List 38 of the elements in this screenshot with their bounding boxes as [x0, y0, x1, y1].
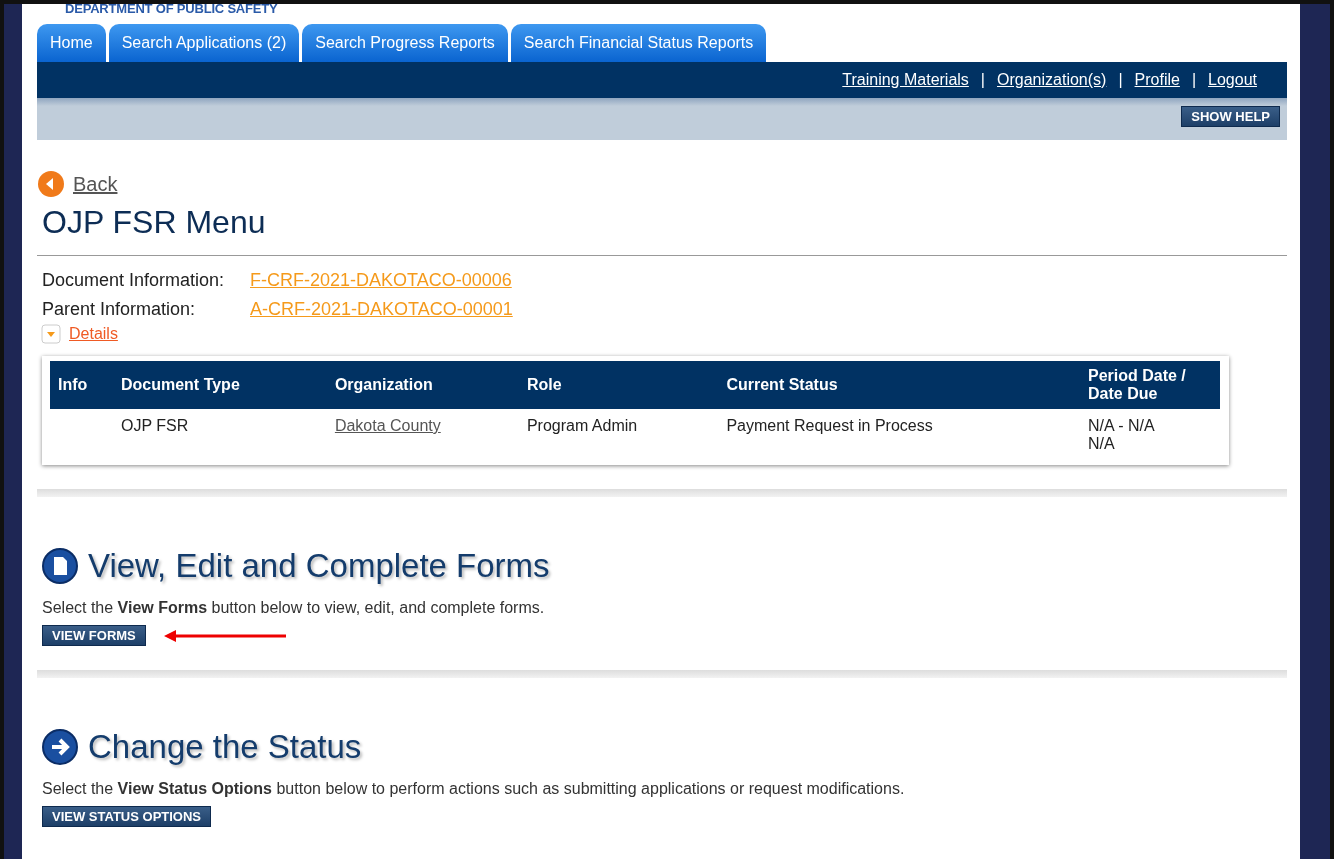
table-cell: N/A - N/A N/A [1088, 417, 1155, 452]
page-title: OJP FSR Menu [42, 204, 267, 241]
section-title: Change the Status [88, 728, 362, 766]
column-header: Role [518, 361, 719, 409]
nav-tab[interactable]: Search Financial Status Reports [510, 24, 767, 62]
link-separator: | [980, 71, 985, 89]
nav-tab[interactable]: Home [37, 24, 106, 62]
expand-icon[interactable] [41, 324, 61, 344]
section-description: Select the View Forms button below to view, edit, and complete forms. [42, 599, 546, 617]
nav-tab[interactable]: Search Progress Reports [302, 24, 508, 62]
table-cell: Payment Request in Process [726, 417, 933, 434]
nav-link[interactable]: Training Materials [842, 71, 969, 89]
info-label: Document Information: [42, 269, 226, 292]
nav-link[interactable]: Organization(s) [997, 71, 1107, 89]
column-header: Document Type [112, 361, 327, 409]
link-separator: | [1191, 71, 1197, 89]
link-separator: | [1118, 71, 1123, 89]
column-header: Period Date / Date Due [1080, 361, 1220, 409]
organization-link[interactable]: Dakota County [334, 417, 441, 434]
back-icon [37, 170, 65, 198]
document-icon [42, 548, 78, 584]
section-description: Select the View Status Options button below to perform actions such as submitting applications or request modifications. [42, 780, 906, 798]
arrow-right-icon [42, 729, 78, 765]
table-cell: OJP FSR [120, 417, 189, 434]
table-cell: Program Admin [526, 417, 638, 434]
view-status-options-button[interactable]: VIEW STATUS OPTIONS [42, 806, 212, 827]
back-link[interactable]: Back [73, 172, 118, 196]
view-forms-button[interactable]: VIEW FORMS [42, 625, 146, 646]
section-title: View, Edit and Complete Forms [88, 547, 550, 585]
column-header: Current Status [718, 361, 1080, 409]
nav-tab[interactable]: Search Applications (2) [108, 24, 300, 62]
show-help-button[interactable]: SHOW HELP [1181, 106, 1280, 127]
column-header: Organization [326, 361, 519, 409]
nav-link[interactable]: Profile [1134, 71, 1180, 89]
agency-name: DEPARTMENT OF PUBLIC SAFETY [65, 4, 279, 18]
nav-link[interactable]: Logout [1208, 71, 1257, 89]
info-label: Parent Information: [42, 298, 197, 321]
column-header: Info [50, 361, 113, 409]
